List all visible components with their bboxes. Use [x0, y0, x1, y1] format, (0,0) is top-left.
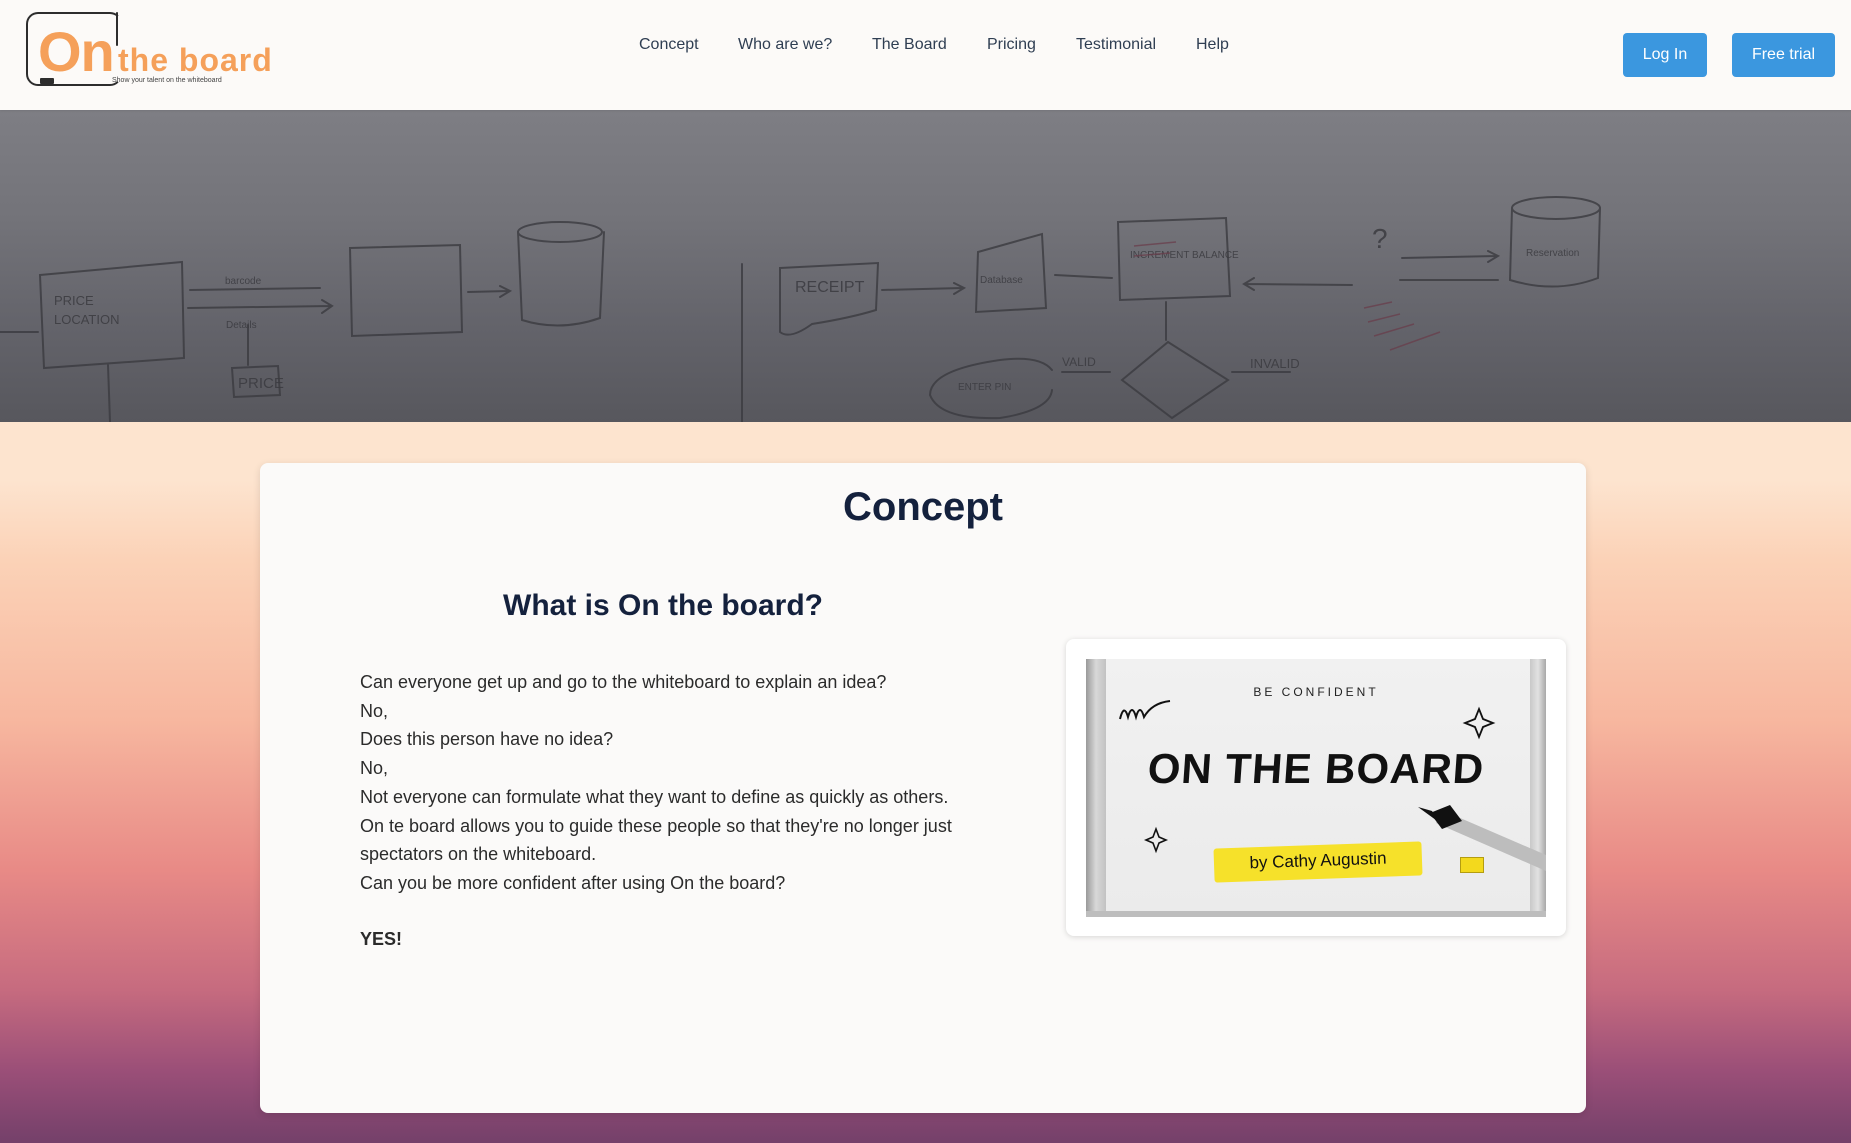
top-navbar: On the board Show your talent on the whi… [0, 0, 1851, 110]
logo[interactable]: On the board Show your talent on the whi… [26, 12, 276, 88]
promo-big-title: ON THE BOARD [1146, 745, 1486, 792]
sketch-word-database: Database [980, 275, 1023, 286]
sketch-word-enter-pin: ENTER PIN [958, 382, 1011, 393]
concept-line: Can everyone get up and go to the whiteb… [360, 672, 887, 692]
nav-who-are-we[interactable]: Who are we? [738, 36, 832, 54]
nav-testimonial[interactable]: Testimonial [1076, 36, 1156, 54]
concept-line: Does this person have no idea? [360, 729, 614, 750]
whiteboard-flowchart-sketch: PRICE LOCATION barcode Details PRICE REC… [0, 196, 1601, 422]
free-trial-button[interactable]: Free trial [1732, 33, 1835, 77]
sparkle-small-icon [1143, 826, 1169, 854]
concept-text: Can everyone get up and go to the whiteb… [360, 668, 1040, 898]
concept-line: No, [360, 758, 389, 779]
logo-frame-edge [116, 12, 118, 46]
logo-tagline: Show your talent on the whiteboard [112, 77, 222, 84]
logo-sub-text: the board [118, 42, 273, 78]
whiteboard-illustration: BE CONFIDENT ON THE BOARD by Cathy Augus… [1086, 659, 1546, 917]
sketch-word-receipt: RECEIPT [795, 279, 865, 296]
concept-subtitle: What is On the board? [503, 589, 823, 622]
concept-line: spectators on the whiteboard. [360, 844, 597, 865]
nav-pricing[interactable]: Pricing [987, 36, 1036, 54]
promo-small-text: BE CONFIDENT [1253, 685, 1379, 699]
nav-the-board[interactable]: The Board [872, 36, 947, 54]
sketch-word-valid: VALID [1062, 355, 1096, 369]
concept-line: Can you be more confident after using On… [360, 872, 786, 893]
concept-answer: YES! [360, 929, 403, 949]
sparkle-icon [1462, 706, 1496, 740]
sketch-word-location: LOCATION [54, 312, 120, 327]
concept-card: Concept What is On the board? Can everyo… [260, 463, 1586, 1113]
sketch-word-reservation: Reservation [1526, 248, 1579, 259]
concept-line: Not everyone can formulate what they wan… [360, 786, 949, 807]
sticky-note-icon [1460, 857, 1484, 873]
concept-line: No, [360, 700, 389, 721]
squiggle-icon [1119, 700, 1171, 721]
hero-whiteboard-banner: PRICE LOCATION barcode Details PRICE REC… [0, 110, 1851, 422]
sketch-question-mark: ? [1372, 223, 1388, 254]
login-button[interactable]: Log In [1623, 33, 1707, 77]
sketch-word-details: Details [226, 320, 257, 331]
sketch-word-price: PRICE [54, 293, 94, 308]
sketch-word-invalid: INVALID [1250, 356, 1300, 371]
nav-concept[interactable]: Concept [639, 36, 699, 54]
promo-image-card: BE CONFIDENT ON THE BOARD by Cathy Augus… [1066, 639, 1566, 936]
nav-help[interactable]: Help [1196, 36, 1229, 54]
sketch-word-barcode: barcode [225, 276, 262, 287]
concept-title: Concept [843, 485, 1003, 529]
sketch-word-price-2: PRICE [238, 375, 284, 392]
concept-line: On te board allows you to guide these pe… [360, 815, 952, 836]
logo-main-text: On [38, 20, 115, 83]
